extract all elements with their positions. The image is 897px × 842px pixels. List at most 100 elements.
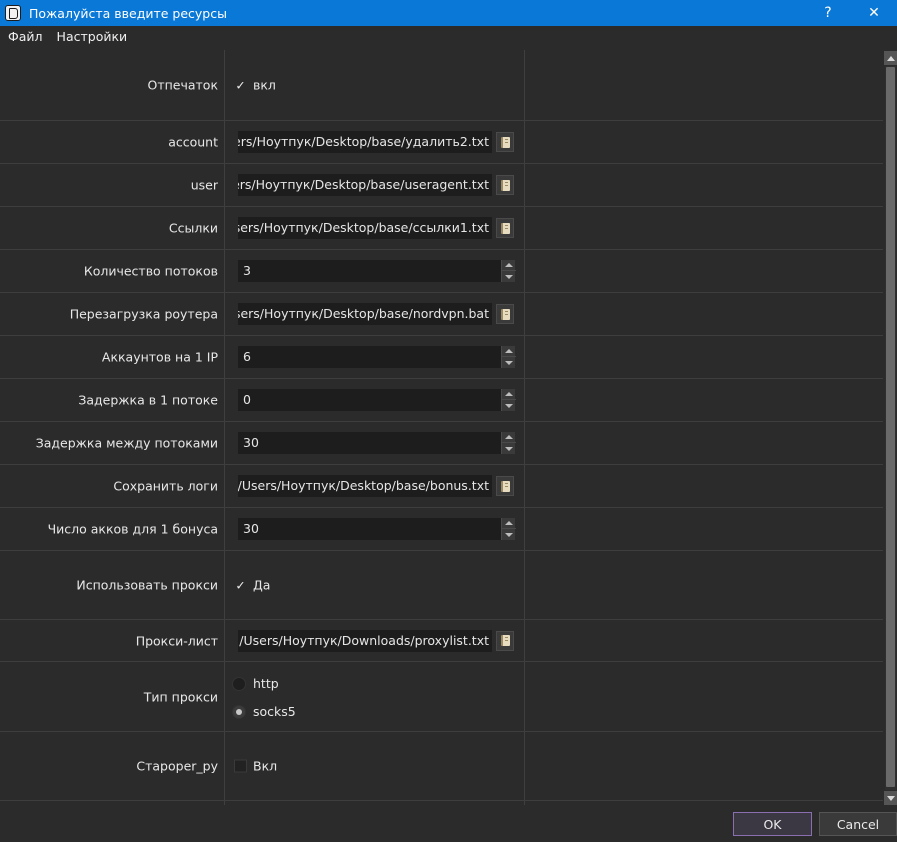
close-button[interactable]: ✕ [851,0,897,26]
account-input[interactable]: C:/Users/Ноутпук/Desktop/base/удалить2.t… [238,131,492,153]
book-icon [500,308,510,320]
form-row-router-reboot: Перезагрузка роутера C:/Users/Ноутпук/De… [0,293,883,336]
form-row-accs-per-bonus: Число акков для 1 бонуса 30 [0,508,883,551]
router-reboot-input[interactable]: C:/Users/Ноутпук/Desktop/base/nordvpn.ba… [238,303,492,325]
proxy-type-http-radio[interactable] [232,676,246,691]
form-row-account: account C:/Users/Ноутпук/Desktop/base/уд… [0,121,883,164]
user-browse-button[interactable] [496,175,514,195]
proxy-type-http-option[interactable]: http [232,676,279,691]
proxy-list-label: Прокси-лист [135,633,218,648]
form-scroll-area: Отпечаток ✓ вкл account C:/Users/Ноутпук… [0,50,883,805]
app-icon [5,5,21,21]
form-row-staroper: Староper_ру Вкл [0,732,883,801]
scrollbar-thumb[interactable] [886,67,895,787]
form-row-proxy-list: Прокси-лист C:/Users/Ноутпук/Downloads/p… [0,620,883,662]
menu-settings[interactable]: Настройки [50,26,135,48]
accs-per-bonus-spinbox[interactable]: 30 [238,518,516,540]
threads-value: 3 [243,263,251,278]
delay-in-thread-increment-icon[interactable] [502,389,516,400]
book-icon [500,635,510,646]
delay-in-thread-decrement-icon[interactable] [502,400,516,411]
accs-per-bonus-value: 30 [243,521,259,536]
scroll-up-arrow-icon[interactable] [884,51,897,65]
form-row-delay-between-threads: Задержка между потоками 30 [0,422,883,465]
fingerprint-label: Отпечаток [147,77,218,93]
use-proxy-check-label: Да [253,577,271,593]
proxy-type-http-label: http [253,676,279,691]
save-logs-input[interactable]: C:/Users/Ноутпук/Desktop/base/bonus.txt [238,475,492,497]
staroper-checkbox-group[interactable]: Вкл [234,759,277,774]
account-label: account [168,134,218,150]
staroper-check-label: Вкл [253,758,278,774]
account-field: C:/Users/Ноутпук/Desktop/base/удалить2.t… [238,131,514,153]
proxy-list-field: C:/Users/Ноутпук/Downloads/proxylist.txt [238,629,514,652]
proxy-type-label: Тип прокси [143,689,218,704]
router-reboot-field: C:/Users/Ноутпук/Desktop/base/nordvpn.ba… [238,303,514,325]
help-button[interactable]: ? [805,0,851,26]
delay-between-threads-spinbox[interactable]: 30 [238,432,516,454]
user-field: C:/Users/Ноутпук/Desktop/base/useragent.… [238,174,514,196]
links-browse-button[interactable] [496,218,514,238]
accs-per-bonus-decrement-icon[interactable] [502,529,516,540]
staroper-checkbox[interactable] [234,759,247,773]
delay-between-threads-label: Задержка между потоками [35,435,218,451]
form-row-save-logs: Сохранить логи C:/Users/Ноутпук/Desktop/… [0,465,883,508]
links-label: Ссылки [168,220,218,236]
proxy-type-socks5-option[interactable]: socks5 [232,704,296,719]
accounts-per-ip-spin-buttons [501,346,516,368]
use-proxy-checkbox-group[interactable]: ✓ Да [234,578,270,593]
save-logs-label: Сохранить логи [113,478,218,494]
delay-in-thread-value: 0 [243,392,251,407]
accounts-per-ip-label: Аккаунтов на 1 IP [101,349,218,365]
accounts-per-ip-decrement-icon[interactable] [502,357,516,368]
account-browse-button[interactable] [496,132,514,152]
title-bar: Пожалуйста введите ресурсы ? ✕ [0,0,897,26]
proxy-list-browse-button[interactable] [496,630,514,651]
delay-between-threads-increment-icon[interactable] [502,432,516,443]
scrollbar-track[interactable] [885,66,896,790]
fingerprint-checkbox[interactable]: ✓ [234,78,247,92]
accounts-per-ip-increment-icon[interactable] [502,346,516,357]
router-reboot-label: Перезагрузка роутера [69,306,218,322]
proxy-list-input[interactable]: C:/Users/Ноутпук/Downloads/proxylist.txt [238,629,492,652]
menu-file[interactable]: Файл [0,26,50,48]
proxy-type-socks5-label: socks5 [253,704,296,719]
delay-in-thread-spin-buttons [501,389,516,411]
form-row-links: Ссылки C:/Users/Ноутпук/Desktop/base/ссы… [0,207,883,250]
threads-spinbox[interactable]: 3 [238,260,516,282]
accs-per-bonus-increment-icon[interactable] [502,518,516,529]
vertical-scrollbar[interactable] [884,51,897,805]
user-input[interactable]: C:/Users/Ноутпук/Desktop/base/useragent.… [238,174,492,196]
accs-per-bonus-spin-buttons [501,518,516,540]
threads-spin-buttons [501,260,516,282]
fingerprint-checkbox-group[interactable]: ✓ вкл [234,78,276,93]
use-proxy-label: Использовать прокси [76,577,218,593]
scroll-down-arrow-icon[interactable] [884,791,897,805]
links-field: C:/Users/Ноутпук/Desktop/base/ссылки1.tx… [238,217,514,239]
delay-in-thread-label: Задержка в 1 потоке [78,392,218,408]
user-label: user [190,177,218,193]
book-icon [500,179,510,191]
router-reboot-browse-button[interactable] [496,304,514,324]
ok-button[interactable]: OK [733,812,812,836]
use-proxy-checkbox[interactable]: ✓ [234,578,247,592]
delay-between-threads-decrement-icon[interactable] [502,443,516,454]
form-row-delay-in-thread: Задержка в 1 потоке 0 [0,379,883,422]
menu-bar: Файл Настройки [0,26,897,48]
delay-in-thread-spinbox[interactable]: 0 [238,389,516,411]
save-logs-browse-button[interactable] [496,476,514,496]
book-icon [500,222,510,234]
cancel-button[interactable]: Cancel [819,812,897,836]
accounts-per-ip-spinbox[interactable]: 6 [238,346,516,368]
delay-between-threads-value: 30 [243,435,259,450]
book-icon [500,136,510,148]
window-title: Пожалуйста введите ресурсы [29,5,227,21]
links-input[interactable]: C:/Users/Ноутпук/Desktop/base/ссылки1.tx… [238,217,492,239]
threads-decrement-icon[interactable] [502,271,516,282]
form-row-accounts-per-ip: Аккаунтов на 1 IP 6 [0,336,883,379]
proxy-type-socks5-radio[interactable] [232,704,246,719]
form-row-fingerprint: Отпечаток ✓ вкл [0,50,883,121]
form-row-use-proxy: Использовать прокси ✓ Да [0,551,883,620]
threads-increment-icon[interactable] [502,260,516,271]
fingerprint-check-label: вкл [253,77,276,93]
